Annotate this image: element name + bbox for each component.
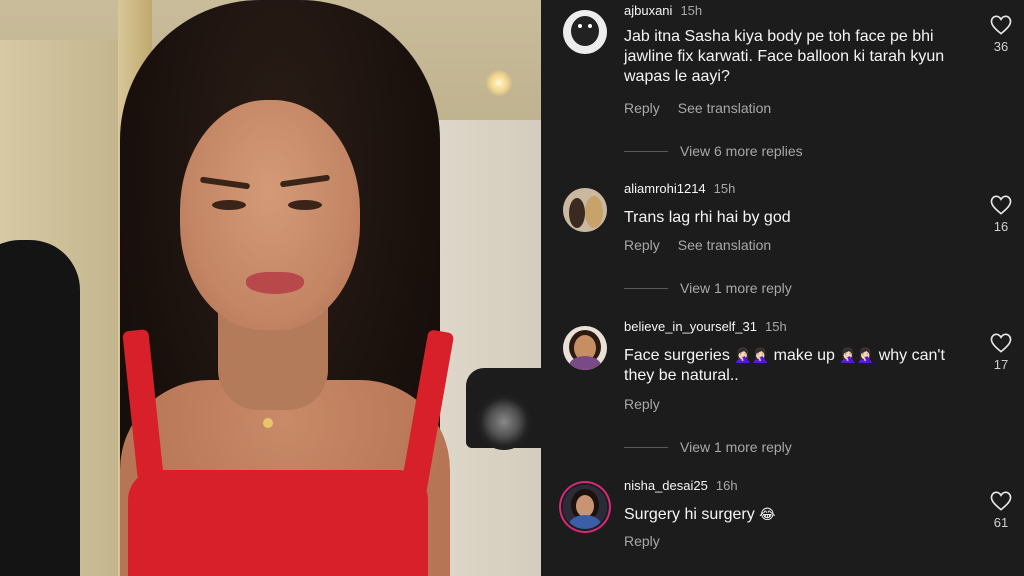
heart-icon [990,333,1012,353]
reply-button[interactable]: Reply [624,237,660,253]
see-translation-button[interactable]: See translation [678,100,771,116]
comment-time: 15h [764,319,787,334]
comment-text-part: Face surgeries [624,347,735,364]
divider-line [624,446,668,448]
view-more-label: View 1 more reply [680,280,792,296]
left-eye [212,200,246,210]
comment-text: Jab itna Sasha kiya body pe toh face pe … [624,28,945,85]
comment-username[interactable]: aliamrohi1214 [624,181,706,196]
red-dress [128,470,428,576]
ceiling-light [486,70,512,96]
divider-line [624,287,668,289]
like-count: 36 [993,39,1009,54]
comment-username[interactable]: ajbuxani [624,3,672,18]
lips [246,272,304,294]
car-wheel [476,394,532,450]
like-button[interactable]: 36 [986,15,1016,54]
facepalm-emoji-icon: 🤦🏻‍♀️🤦🏻‍♀️ [734,348,770,364]
like-count: 16 [993,219,1009,234]
facepalm-emoji-icon: 🤦🏻‍♀️🤦🏻‍♀️ [839,348,875,364]
dog-avatar-icon[interactable] [563,10,607,54]
comment-text: Face surgeries 🤦🏻‍♀️🤦🏻‍♀️ make up 🤦🏻‍♀️🤦… [624,346,969,386]
like-button[interactable]: 61 [986,491,1016,530]
background-person [0,240,80,576]
comment-time: 16h [715,478,738,493]
comment-username[interactable]: nisha_desai25 [624,478,708,493]
laughing-emoji-icon: 😂 [759,507,776,523]
view-more-label: View 6 more replies [680,143,803,159]
like-button[interactable]: 17 [986,333,1016,372]
like-button[interactable]: 16 [986,195,1016,234]
face [180,100,360,330]
see-translation-button[interactable]: See translation [678,237,771,253]
reply-button[interactable]: Reply [624,396,660,412]
view-more-replies[interactable]: View 6 more replies [624,143,803,159]
heart-icon [990,491,1012,511]
comments-panel: ajbuxani 15h Jab itna Sasha kiya body pe … [541,0,1024,576]
girl-avatar-story-ring-icon[interactable] [563,485,607,529]
view-more-replies[interactable]: View 1 more reply [624,280,792,296]
post-photo [0,0,541,576]
comment-text-part: Surgery hi surgery [624,506,760,523]
necklace-pendant [263,418,273,428]
comment-username[interactable]: believe_in_yourself_31 [624,319,757,334]
reply-button[interactable]: Reply [624,533,660,549]
comment-text: Trans lag rhi hai by god [624,209,791,226]
comment-text: Surgery hi surgery 😂 [624,505,969,525]
heart-icon [990,15,1012,35]
comment-time: 15h [680,3,703,18]
reply-button[interactable]: Reply [624,100,660,116]
right-eye [288,200,322,210]
divider-line [624,150,668,152]
kids-avatar-icon[interactable] [563,188,607,232]
heart-icon [990,195,1012,215]
view-more-replies[interactable]: View 1 more reply [624,439,792,455]
view-more-label: View 1 more reply [680,439,792,455]
woman-avatar-icon[interactable] [563,326,607,370]
like-count: 61 [993,515,1009,530]
comment-text-part: make up [769,347,840,364]
comment-time: 15h [713,181,736,196]
like-count: 17 [993,357,1009,372]
